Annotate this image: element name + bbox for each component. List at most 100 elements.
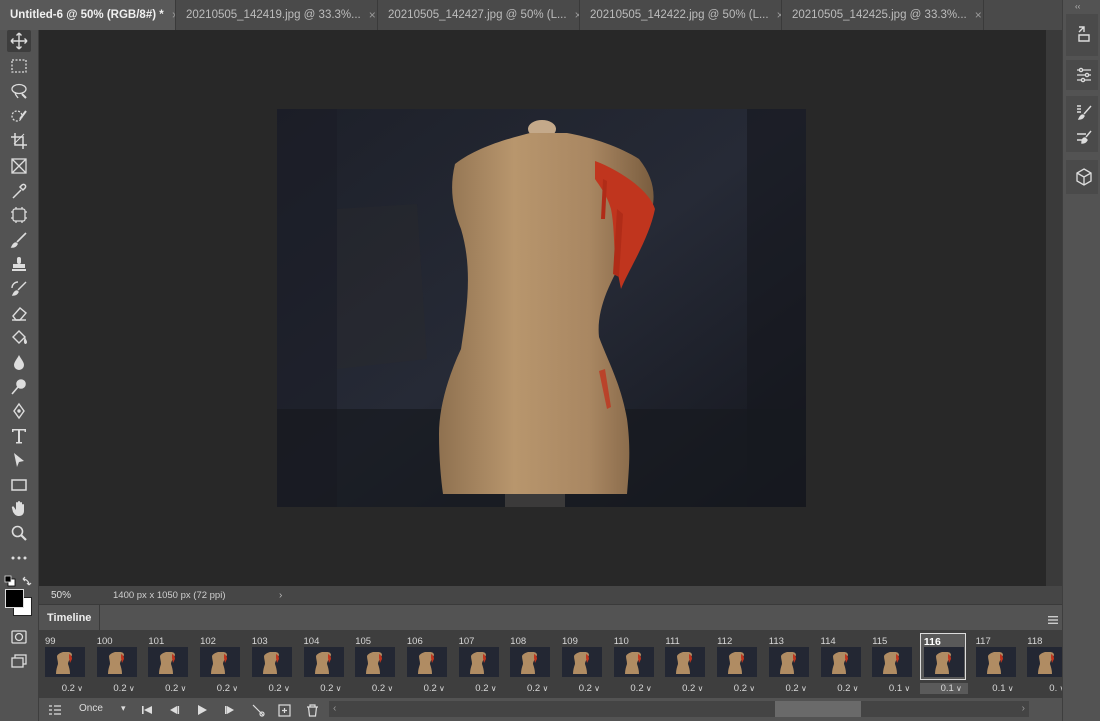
- chevron-right-icon[interactable]: ›: [279, 590, 282, 601]
- more-tools-icon[interactable]: [7, 547, 31, 569]
- zoom-icon[interactable]: [7, 522, 31, 544]
- scroll-right-icon[interactable]: ›: [1022, 703, 1025, 714]
- collapse-icon[interactable]: ‹‹: [1075, 2, 1080, 11]
- history-brush-icon[interactable]: [7, 278, 31, 300]
- path-select-icon[interactable]: [7, 449, 31, 471]
- timeline-frame[interactable]: 105 0.2 ∨: [351, 633, 399, 697]
- history-icon[interactable]: [1074, 24, 1094, 44]
- frame-icon[interactable]: [7, 155, 31, 177]
- frame-thumbnail[interactable]: [820, 647, 861, 677]
- quick-mask-icon[interactable]: [7, 626, 31, 648]
- duplicate-frame-icon[interactable]: [276, 702, 292, 718]
- pen-icon[interactable]: [7, 400, 31, 422]
- adjustments-icon[interactable]: [1074, 65, 1094, 85]
- chevron-down-icon[interactable]: ▾: [121, 703, 126, 714]
- timeline-frame[interactable]: 118 0. ∨: [1023, 633, 1062, 697]
- stamp-icon[interactable]: [7, 253, 31, 275]
- frame-delay-select[interactable]: 0.2 ∨: [713, 683, 761, 694]
- timeline-frame[interactable]: 115 0.1 ∨: [868, 633, 916, 697]
- delete-frame-icon[interactable]: [304, 702, 320, 718]
- timeline-frame[interactable]: 107 0.2 ∨: [455, 633, 503, 697]
- frame-delay-select[interactable]: 0.2 ∨: [506, 683, 554, 694]
- blur-icon[interactable]: [7, 351, 31, 373]
- close-icon[interactable]: ×: [975, 0, 982, 30]
- timeline-frame[interactable]: 110 0.2 ∨: [610, 633, 658, 697]
- next-frame-icon[interactable]: [222, 702, 238, 718]
- frame-thumbnail[interactable]: [303, 647, 344, 677]
- timeline-frame[interactable]: 108 0.2 ∨: [506, 633, 554, 697]
- timeline-frame[interactable]: 104 0.2 ∨: [300, 633, 348, 697]
- timeline-frame[interactable]: 100 0.2 ∨: [93, 633, 141, 697]
- frame-thumbnail[interactable]: [768, 647, 809, 677]
- play-icon[interactable]: [194, 702, 210, 718]
- frame-thumbnail[interactable]: [148, 647, 189, 677]
- timeline-frame[interactable]: 109 0.2 ∨: [558, 633, 606, 697]
- frame-delay-select[interactable]: 0.2 ∨: [661, 683, 709, 694]
- 3d-cube-icon[interactable]: [1074, 167, 1094, 187]
- scroll-left-icon[interactable]: ‹: [333, 703, 336, 714]
- loop-options-select[interactable]: Once: [79, 703, 103, 714]
- scrollbar-thumb[interactable]: [775, 701, 861, 717]
- frame-thumbnail[interactable]: [872, 647, 913, 677]
- swap-colors-icon[interactable]: [21, 574, 33, 586]
- first-frame-icon[interactable]: [139, 702, 155, 718]
- frame-delay-select[interactable]: 0.1 ∨: [919, 683, 968, 694]
- convert-timeline-icon[interactable]: [47, 702, 63, 718]
- document-image[interactable]: [277, 109, 806, 507]
- rectangle-icon[interactable]: [7, 474, 31, 496]
- timeline-frame[interactable]: 114 0.2 ∨: [817, 633, 865, 697]
- frame-delay-select[interactable]: 0.2 ∨: [817, 683, 865, 694]
- frame-thumbnail[interactable]: [717, 647, 758, 677]
- crop-icon[interactable]: [7, 130, 31, 152]
- tab-timeline[interactable]: Timeline: [39, 605, 101, 631]
- screen-mode-icon[interactable]: [7, 650, 31, 672]
- frame-thumbnail[interactable]: [251, 647, 292, 677]
- tab-20210505-142427[interactable]: 20210505_142427.jpg @ 50% (L... ×: [378, 0, 580, 30]
- frame-thumbnail[interactable]: [96, 647, 137, 677]
- frame-delay-select[interactable]: 0.2 ∨: [144, 683, 192, 694]
- zoom-level[interactable]: 50%: [39, 590, 91, 601]
- frame-thumbnail[interactable]: [458, 647, 499, 677]
- frame-delay-select[interactable]: 0. ∨: [1023, 683, 1062, 694]
- type-icon[interactable]: [7, 425, 31, 447]
- timeline-frame[interactable]: 112 0.2 ∨: [713, 633, 761, 697]
- vertical-scrollbar[interactable]: [1046, 30, 1062, 586]
- eyedropper-icon[interactable]: [7, 180, 31, 202]
- tab-20210505-142422[interactable]: 20210505_142422.jpg @ 50% (L... ×: [580, 0, 782, 30]
- frame-thumbnail[interactable]: [975, 647, 1016, 677]
- frame-thumbnail[interactable]: [665, 647, 706, 677]
- paint-bucket-icon[interactable]: [7, 327, 31, 349]
- panel-menu-icon[interactable]: [1048, 612, 1058, 630]
- previous-frame-icon[interactable]: [166, 702, 182, 718]
- move-icon[interactable]: [7, 30, 31, 52]
- quick-select-icon[interactable]: [7, 105, 31, 127]
- foreground-color-swatch[interactable]: [5, 589, 24, 608]
- eraser-icon[interactable]: [7, 302, 31, 324]
- timeline-frame[interactable]: 106 0.2 ∨: [403, 633, 451, 697]
- frame-thumbnail[interactable]: [1027, 647, 1062, 677]
- dodge-icon[interactable]: [7, 376, 31, 398]
- brush-icon[interactable]: [7, 229, 31, 251]
- lasso-icon[interactable]: [7, 80, 31, 102]
- frame-thumbnail[interactable]: [613, 647, 654, 677]
- timeline-frame[interactable]: 117 0.1 ∨: [972, 633, 1020, 697]
- frame-delay-select[interactable]: 0.2 ∨: [248, 683, 296, 694]
- frame-delay-select[interactable]: 0.2 ∨: [455, 683, 503, 694]
- tab-untitled-6[interactable]: Untitled-6 @ 50% (RGB/8#) * ×: [0, 0, 176, 30]
- frame-delay-select[interactable]: 0.2 ∨: [196, 683, 244, 694]
- frame-thumbnail[interactable]: [406, 647, 447, 677]
- healing-icon[interactable]: [7, 204, 31, 226]
- frame-thumbnail[interactable]: [562, 647, 602, 677]
- frame-delay-select[interactable]: 0.2 ∨: [93, 683, 141, 694]
- close-icon[interactable]: ×: [369, 0, 376, 30]
- frame-thumbnail[interactable]: [510, 647, 551, 677]
- brush-settings-icon[interactable]: [1074, 128, 1094, 148]
- timeline-frame[interactable]: 99 0.2 ∨: [41, 633, 89, 697]
- tab-20210505-142425[interactable]: 20210505_142425.jpg @ 33.3%... ×: [782, 0, 984, 30]
- frame-thumbnail[interactable]: [923, 647, 964, 677]
- frame-delay-select[interactable]: 0.2 ∨: [610, 683, 658, 694]
- tween-icon[interactable]: [250, 702, 266, 718]
- frame-delay-select[interactable]: 0.1 ∨: [868, 683, 916, 694]
- marquee-icon[interactable]: [7, 55, 31, 77]
- timeline-horizontal-scrollbar[interactable]: ‹ ›: [329, 701, 1029, 717]
